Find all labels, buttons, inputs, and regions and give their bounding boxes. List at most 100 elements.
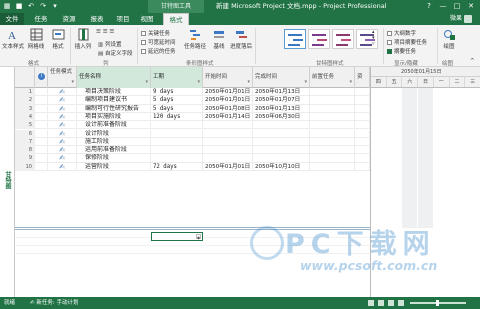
resources-cell[interactable] [355, 88, 370, 97]
table-row[interactable]: 9 ✍ 保修阶段 [15, 154, 370, 163]
summary-tasks-check[interactable]: 摘要任务 [387, 47, 416, 55]
tab-report[interactable]: 报表 [86, 13, 108, 25]
predecessors-cell[interactable] [310, 112, 355, 122]
gantt-style-swatch[interactable] [308, 29, 330, 49]
predecessors-cell[interactable] [310, 162, 355, 171]
table-row[interactable]: 5 ✍ 设计前准备阶段 [15, 121, 370, 130]
drawing-button[interactable]: 绘图 [440, 28, 458, 50]
start-cell[interactable] [203, 137, 253, 147]
resources-cell[interactable] [355, 154, 370, 163]
start-cell[interactable] [203, 146, 253, 155]
task-name-cell[interactable]: 编制可行性研究报告 [77, 104, 151, 113]
layout-button[interactable]: 格式 [48, 28, 68, 50]
manual-task-icon[interactable]: ✍ [48, 154, 77, 163]
baseline-button[interactable]: 基线 [210, 28, 228, 50]
save-icon[interactable]: ■ [15, 2, 23, 10]
user-name[interactable]: 微果 [450, 13, 462, 25]
checkbox-icon[interactable] [141, 31, 146, 36]
finish-cell[interactable] [253, 146, 310, 155]
checkbox-icon[interactable] [387, 40, 392, 45]
row-number[interactable]: 10 [15, 162, 35, 171]
predecessors-cell[interactable] [310, 121, 355, 130]
tab-file[interactable]: 文件 [0, 13, 24, 25]
tab-project[interactable]: 项目 [112, 13, 134, 25]
gantt-icon[interactable]: ▦ [3, 2, 11, 10]
row-number[interactable]: 1 [15, 88, 35, 97]
predecessors-cell[interactable] [310, 104, 355, 113]
resources-cell[interactable] [355, 146, 370, 155]
task-name-cell[interactable]: 编制项目建议书 [77, 96, 151, 105]
tab-view[interactable]: 视图 [136, 13, 158, 25]
minimize-button[interactable]: — [436, 0, 450, 13]
active-cell-editor[interactable]: ◆ [151, 232, 203, 241]
status-new-tasks[interactable]: ✍ 新任务: 手动计划 [30, 297, 78, 309]
predecessors-cell[interactable] [310, 154, 355, 163]
column-settings-button[interactable]: ▥ 列设置 [98, 40, 121, 48]
task-name-cell[interactable]: 项目实施阶段 [77, 112, 151, 122]
task-name-cell[interactable]: 施工阶段 [77, 137, 151, 147]
manual-task-icon[interactable]: ✍ [48, 146, 77, 155]
user-avatar[interactable] [464, 15, 472, 23]
duration-cell[interactable]: 120 days [151, 112, 203, 122]
predecessors-cell[interactable] [310, 88, 355, 97]
finish-cell[interactable]: 2050年06月30日 [253, 112, 310, 122]
gantt-view-icon[interactable] [368, 300, 374, 306]
dropdown-arrow-icon[interactable]: ▾ [247, 79, 250, 86]
task-path-button[interactable]: 任务路径 [181, 28, 209, 50]
header-task-name[interactable]: 任务名称 ▾ [77, 67, 151, 88]
duration-cell[interactable] [151, 129, 203, 138]
dropdown-arrow-icon[interactable]: ▾ [71, 79, 74, 86]
dropdown-arrow-icon[interactable]: ▾ [197, 79, 200, 86]
dropdown-arrow-icon[interactable]: ▾ [145, 79, 148, 86]
table-row[interactable]: 4 ✍ 项目实施阶段 120 days 2050年01月14日 2050年06月… [15, 112, 370, 122]
table-row[interactable]: 6 ✍ 设计阶段 [15, 129, 370, 138]
resources-cell[interactable] [355, 162, 370, 171]
team-planner-icon[interactable] [388, 300, 394, 306]
slack-check[interactable]: 可宽延时间 [141, 38, 176, 46]
align-right-icon[interactable]: ☰ [109, 29, 114, 35]
project-summary-check[interactable]: 项目摘要任务 [387, 38, 427, 46]
checkbox-icon[interactable] [387, 31, 392, 36]
zoom-slider-thumb[interactable] [436, 300, 439, 306]
spinner-icon[interactable]: ◆ [196, 234, 201, 240]
close-button[interactable]: ✕ [464, 0, 478, 13]
insert-column-button[interactable]: 插入列 [72, 28, 94, 50]
task-usage-icon[interactable] [378, 300, 384, 306]
header-duration[interactable]: 工期 ▾ [151, 67, 203, 88]
row-number[interactable]: 7 [15, 137, 35, 147]
maximize-button[interactable]: □ [450, 0, 464, 13]
table-row[interactable]: 8 ✍ 运用前准备阶段 [15, 146, 370, 155]
table-row[interactable]: 3 ✍ 编制可行性研究报告 5 days 2050年01月08日 2050年01… [15, 104, 370, 113]
task-name-cell[interactable]: 设计前准备阶段 [77, 121, 151, 130]
gantt-style-swatch[interactable] [332, 29, 354, 49]
help-button[interactable]: ? [422, 0, 436, 13]
finish-cell[interactable] [253, 154, 310, 163]
table-row[interactable]: 7 ✍ 施工阶段 [15, 137, 370, 147]
task-name-cell[interactable]: 运用前准备阶段 [77, 146, 151, 155]
finish-cell[interactable]: 2050年01月13日 [253, 88, 310, 97]
resources-cell[interactable] [355, 121, 370, 130]
late-tasks-check[interactable]: 延迟的任务 [141, 47, 176, 55]
row-number[interactable]: 8 [15, 146, 35, 155]
undo-icon[interactable]: ↶ [27, 2, 35, 10]
pushpin-icon[interactable]: ✍ [48, 112, 77, 122]
duration-cell[interactable] [151, 137, 203, 147]
manual-task-icon[interactable]: ✍ [48, 121, 77, 130]
view-label[interactable]: 甘特图 [3, 171, 12, 189]
collapse-ribbon-icon[interactable]: ^ [470, 58, 475, 64]
row-number[interactable]: 3 [15, 104, 35, 113]
task-name-cell[interactable]: 设计阶段 [77, 129, 151, 138]
styles-scroll-icon[interactable]: ▴ ▾ ▿ [372, 29, 375, 47]
slippage-button[interactable]: 进度落后 [229, 28, 253, 50]
duration-cell[interactable]: 5 days [151, 96, 203, 105]
resources-cell[interactable] [355, 129, 370, 138]
duration-cell[interactable] [151, 154, 203, 163]
align-left-icon[interactable]: ☰ [96, 29, 101, 35]
header-predecessors[interactable]: 前置任务 ▾ [310, 67, 355, 88]
header-resources[interactable]: 资 [355, 67, 370, 88]
row-number[interactable]: 6 [15, 129, 35, 138]
resources-cell[interactable] [355, 112, 370, 122]
gridlines-button[interactable]: 网格线 [26, 28, 46, 50]
predecessors-cell[interactable] [310, 129, 355, 138]
header-finish[interactable]: 完成时间 ▾ [253, 67, 310, 88]
